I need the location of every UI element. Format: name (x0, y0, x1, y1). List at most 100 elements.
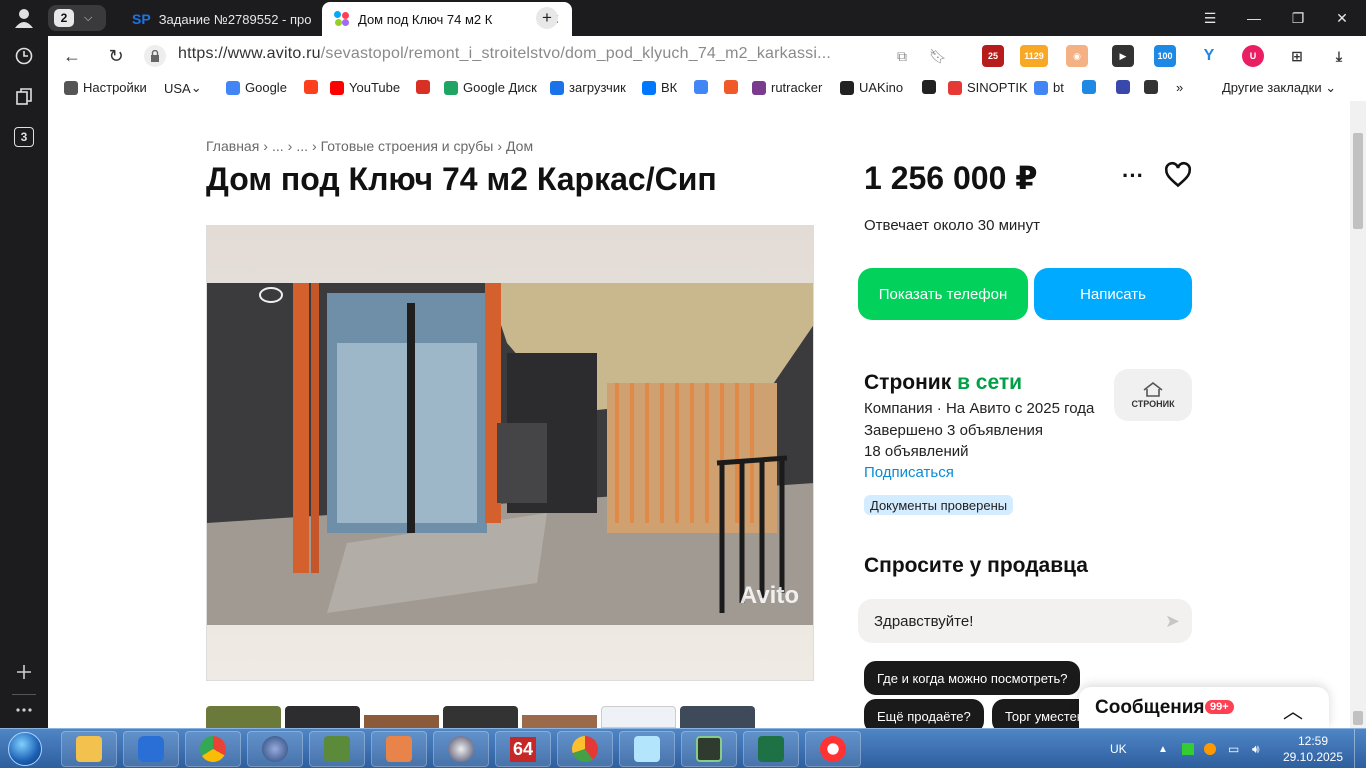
write-message-button[interactable]: Написать (1034, 268, 1192, 320)
explorer-icon[interactable] (61, 731, 117, 767)
show-desktop-button[interactable] (1354, 729, 1366, 769)
close-window-icon[interactable]: ✕ (1320, 0, 1364, 36)
more-icon[interactable] (10, 696, 38, 724)
thumbnail[interactable] (285, 706, 360, 728)
aida64-icon[interactable]: 64 (495, 731, 551, 767)
extension-shield-icon[interactable]: 25 (982, 45, 1004, 67)
tray-app-icon[interactable] (1182, 729, 1194, 769)
chart-icon[interactable] (557, 731, 613, 767)
chevron-up-icon[interactable]: ︿ (1283, 695, 1303, 724)
bookmark-p[interactable] (1082, 80, 1101, 94)
bookmark-more[interactable]: » (1176, 80, 1183, 95)
bookmark-translate[interactable] (694, 80, 713, 94)
thumbnail[interactable] (364, 706, 439, 728)
show-phone-button[interactable]: Показать телефон (858, 268, 1028, 320)
tab-task[interactable]: SP Задание №2789552 - про (120, 2, 322, 36)
extension-dark-icon[interactable]: ▶ (1112, 45, 1134, 67)
add-icon[interactable] (10, 658, 38, 686)
tab-counter-button[interactable]: 2 ⌵ (48, 5, 106, 31)
new-tab-button[interactable]: + (536, 7, 558, 29)
extension-y-icon[interactable]: Y (1198, 45, 1220, 67)
bookmark-drive[interactable]: Google Диск (444, 80, 537, 95)
bookmark-rutracker[interactable]: rutracker (752, 80, 822, 95)
reload-icon[interactable]: ↻ (104, 44, 128, 68)
bookmark-uakino[interactable]: UAKino (840, 80, 903, 95)
bookmark-f[interactable] (724, 80, 743, 94)
language-indicator[interactable]: UK (1110, 729, 1127, 769)
page-scrollbar[interactable] (1350, 101, 1366, 728)
extension-u-icon[interactable]: U (1242, 45, 1264, 67)
media-icon[interactable] (371, 731, 427, 767)
clock-icon[interactable] (433, 731, 489, 767)
terminal-icon[interactable] (681, 731, 737, 767)
bookmark-dropdown[interactable]: USA ⌄ (164, 80, 202, 96)
volume-icon[interactable]: 🔊︎ (1252, 729, 1260, 769)
bookmark-google[interactable]: bt (1034, 80, 1064, 95)
tray-expand-icon[interactable]: ▲ (1158, 729, 1168, 769)
tray-status-icon[interactable] (1204, 729, 1216, 769)
bookmark-gmail[interactable] (416, 80, 435, 94)
messages-panel[interactable]: Сообщения 99+ ︿ (1079, 687, 1329, 728)
breadcrumb-item[interactable]: Дом (506, 138, 533, 154)
bookmark-bc[interactable] (1144, 80, 1163, 94)
more-options-icon[interactable]: ··· (1122, 163, 1144, 189)
history-icon[interactable] (10, 42, 38, 70)
bookmark-infinity[interactable]: загрузчик (550, 80, 626, 95)
bookmark-thermometer[interactable]: SINOPTIK (948, 80, 1028, 95)
quick-question-chip[interactable]: Где и когда можно посмотреть? (864, 661, 1081, 695)
bookmark-gear[interactable]: Настройки (64, 80, 147, 95)
security-icon[interactable] (123, 731, 179, 767)
bookmark-google[interactable]: Google (226, 80, 287, 95)
listing-photo[interactable] (207, 283, 814, 625)
calc-icon[interactable] (309, 731, 365, 767)
favorite-heart-icon[interactable] (1164, 161, 1192, 189)
extension-face-icon[interactable]: ◉ (1066, 45, 1088, 67)
profile-icon[interactable] (10, 4, 38, 32)
photo-gallery[interactable]: Avito (206, 225, 814, 681)
back-icon[interactable]: ← (60, 44, 84, 68)
breadcrumb-item[interactable]: Готовые строения и срубы (321, 138, 494, 154)
breadcrumb-item[interactable]: ... (272, 138, 284, 154)
extension-puzzle-icon[interactable]: ⊞ (1286, 45, 1308, 67)
network-icon[interactable] (247, 731, 303, 767)
bookmark-vk[interactable]: ВК (642, 80, 677, 95)
extension-100-icon[interactable]: 100 (1154, 45, 1176, 67)
minimize-icon[interactable]: — (1232, 0, 1276, 36)
yandex-browser-icon[interactable] (805, 731, 861, 767)
url-field[interactable]: https://www.avito.ru/sevastopol/remont_i… (178, 45, 831, 63)
scrollbar-arrow[interactable] (1353, 711, 1363, 725)
clock[interactable]: 12:59 29.10.2025 (1280, 733, 1346, 765)
subscribe-link[interactable]: Подписаться (864, 464, 954, 481)
copy-icon[interactable]: ⧉ (890, 44, 914, 68)
excel-icon[interactable] (743, 731, 799, 767)
network-tray-icon[interactable]: ▭ (1228, 729, 1239, 769)
bookmark-chess[interactable] (922, 80, 941, 94)
bookmark-chevron[interactable] (1116, 80, 1135, 94)
bookmark-icon[interactable]: 🔖︎ (926, 44, 950, 68)
scrollbar-thumb[interactable] (1353, 133, 1363, 229)
other-bookmarks[interactable]: Другие закладки ⌄ (1222, 80, 1336, 96)
menu-icon[interactable]: ☰ (1188, 0, 1232, 36)
seller-name[interactable]: Строник в сети (864, 371, 1022, 395)
seller-logo[interactable]: СТРОНИК (1114, 369, 1192, 421)
start-button[interactable] (4, 729, 46, 769)
message-input[interactable]: Здравствуйте! ➤ (858, 599, 1192, 643)
tab-avito[interactable]: Дом под Ключ 74 м2 К ✕ (322, 2, 572, 36)
download-icon[interactable]: ⤓ (1328, 45, 1350, 67)
collections-icon[interactable] (10, 82, 38, 110)
bookmark-yandex[interactable] (304, 80, 323, 94)
send-icon[interactable]: ➤ (1165, 611, 1180, 632)
breadcrumb-item[interactable]: Главная (206, 138, 259, 154)
seller-listings-count[interactable]: 18 объявлений (864, 443, 969, 460)
breadcrumb-item[interactable]: ... (296, 138, 308, 154)
thumbnail[interactable] (206, 706, 281, 728)
bookmark-youtube[interactable]: YouTube (330, 80, 400, 95)
chrome-icon[interactable] (185, 731, 241, 767)
thumbnail[interactable] (443, 706, 518, 728)
lock-icon[interactable] (144, 45, 166, 67)
thumbnail[interactable] (522, 706, 597, 728)
thumbnail[interactable] (680, 706, 755, 728)
tab-group-badge[interactable]: 3 (14, 127, 34, 147)
quick-question-chip[interactable]: Ещё продаёте? (864, 699, 984, 728)
restore-icon[interactable]: ❐ (1276, 0, 1320, 36)
